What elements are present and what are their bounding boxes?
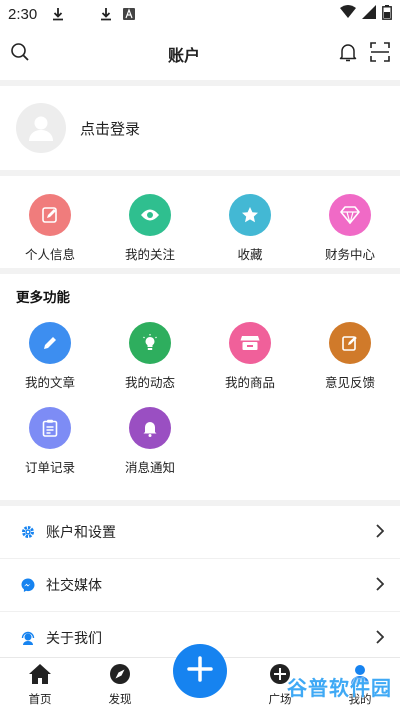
quick-item-label: 收藏 [237, 247, 263, 262]
quick-item-following[interactable]: 我的关注 [100, 194, 200, 268]
chevron-right-icon [376, 629, 385, 648]
status-bar: 2:30 [0, 0, 400, 28]
app-header: 账户 [0, 28, 400, 80]
eye-icon [129, 194, 171, 236]
more-item-label: 订单记录 [24, 460, 75, 475]
download-icon [99, 7, 113, 21]
quick-item-label: 财务中心 [324, 247, 375, 262]
clipboard-icon [29, 407, 71, 449]
store-icon [229, 322, 271, 364]
more-item-goods[interactable]: 我的商品 [200, 322, 300, 391]
settings-list: 账户和设置 社交媒体 关于我们 [0, 506, 400, 665]
quick-item-label: 我的关注 [124, 247, 175, 262]
more-item-label: 我的商品 [224, 375, 275, 390]
avatar[interactable] [16, 103, 66, 153]
gear-icon [20, 524, 36, 540]
quick-item-finance[interactable]: 财务中心 [300, 194, 400, 268]
tab-label: 首页 [28, 691, 52, 706]
list-item-label: 账户和设置 [46, 525, 116, 541]
scan-icon[interactable] [370, 42, 390, 66]
section-title: 更多功能 [16, 290, 70, 306]
login-row[interactable]: 点击登录 [0, 86, 400, 170]
search-icon[interactable] [10, 42, 30, 66]
quick-item-label: 个人信息 [24, 247, 75, 262]
messenger-icon [20, 577, 36, 593]
battery-icon [382, 4, 392, 24]
login-text[interactable]: 点击登录 [80, 118, 140, 139]
add-post-button[interactable] [173, 644, 227, 698]
watermark-logo: 谷普软件园 [287, 676, 392, 700]
pencil-icon [29, 322, 71, 364]
quick-actions: 个人信息 我的关注 收藏 财务中心 [0, 176, 400, 268]
list-item-social-media[interactable]: 社交媒体 [0, 559, 400, 612]
feedback-icon [329, 322, 371, 364]
plus-icon [187, 656, 213, 686]
more-item-moments[interactable]: 我的动态 [100, 322, 200, 391]
tab-label: 发现 [108, 691, 132, 706]
more-item-label: 我的文章 [24, 375, 75, 390]
diamond-icon [329, 194, 371, 236]
quick-item-profile[interactable]: 个人信息 [0, 194, 100, 268]
star-icon [229, 194, 271, 236]
bulb-icon [129, 322, 171, 364]
more-item-articles[interactable]: 我的文章 [0, 322, 100, 391]
list-item-label: 社交媒体 [46, 578, 102, 594]
bell-icon[interactable] [338, 42, 358, 66]
chevron-right-icon [376, 576, 385, 595]
wifi-icon [340, 5, 356, 23]
support-icon [20, 630, 36, 646]
quick-item-favorites[interactable]: 收藏 [200, 194, 300, 268]
more-item-label: 意见反馈 [324, 375, 375, 390]
signal-icon [362, 5, 376, 23]
tab-discover[interactable]: 发现 [80, 658, 160, 711]
more-item-label: 消息通知 [124, 460, 175, 475]
more-functions: 更多功能 我的文章 我的动态 我的商品 意见反馈 订单记录 消息通知 [0, 274, 400, 500]
list-item-label: 关于我们 [46, 631, 102, 647]
home-icon [28, 663, 52, 689]
app-notification-icon [123, 8, 136, 20]
compass-icon [109, 663, 131, 689]
more-item-notifications[interactable]: 消息通知 [100, 407, 200, 476]
download-icon [51, 7, 65, 21]
bell-icon [129, 407, 171, 449]
more-item-feedback[interactable]: 意见反馈 [300, 322, 400, 391]
chevron-right-icon [376, 523, 385, 542]
edit-icon [29, 194, 71, 236]
more-item-label: 我的动态 [124, 375, 175, 390]
status-time: 2:30 [8, 5, 38, 23]
tab-home[interactable]: 首页 [0, 658, 80, 711]
page-title: 账户 [167, 46, 200, 65]
more-item-orders[interactable]: 订单记录 [0, 407, 100, 476]
list-item-account-settings[interactable]: 账户和设置 [0, 506, 400, 559]
